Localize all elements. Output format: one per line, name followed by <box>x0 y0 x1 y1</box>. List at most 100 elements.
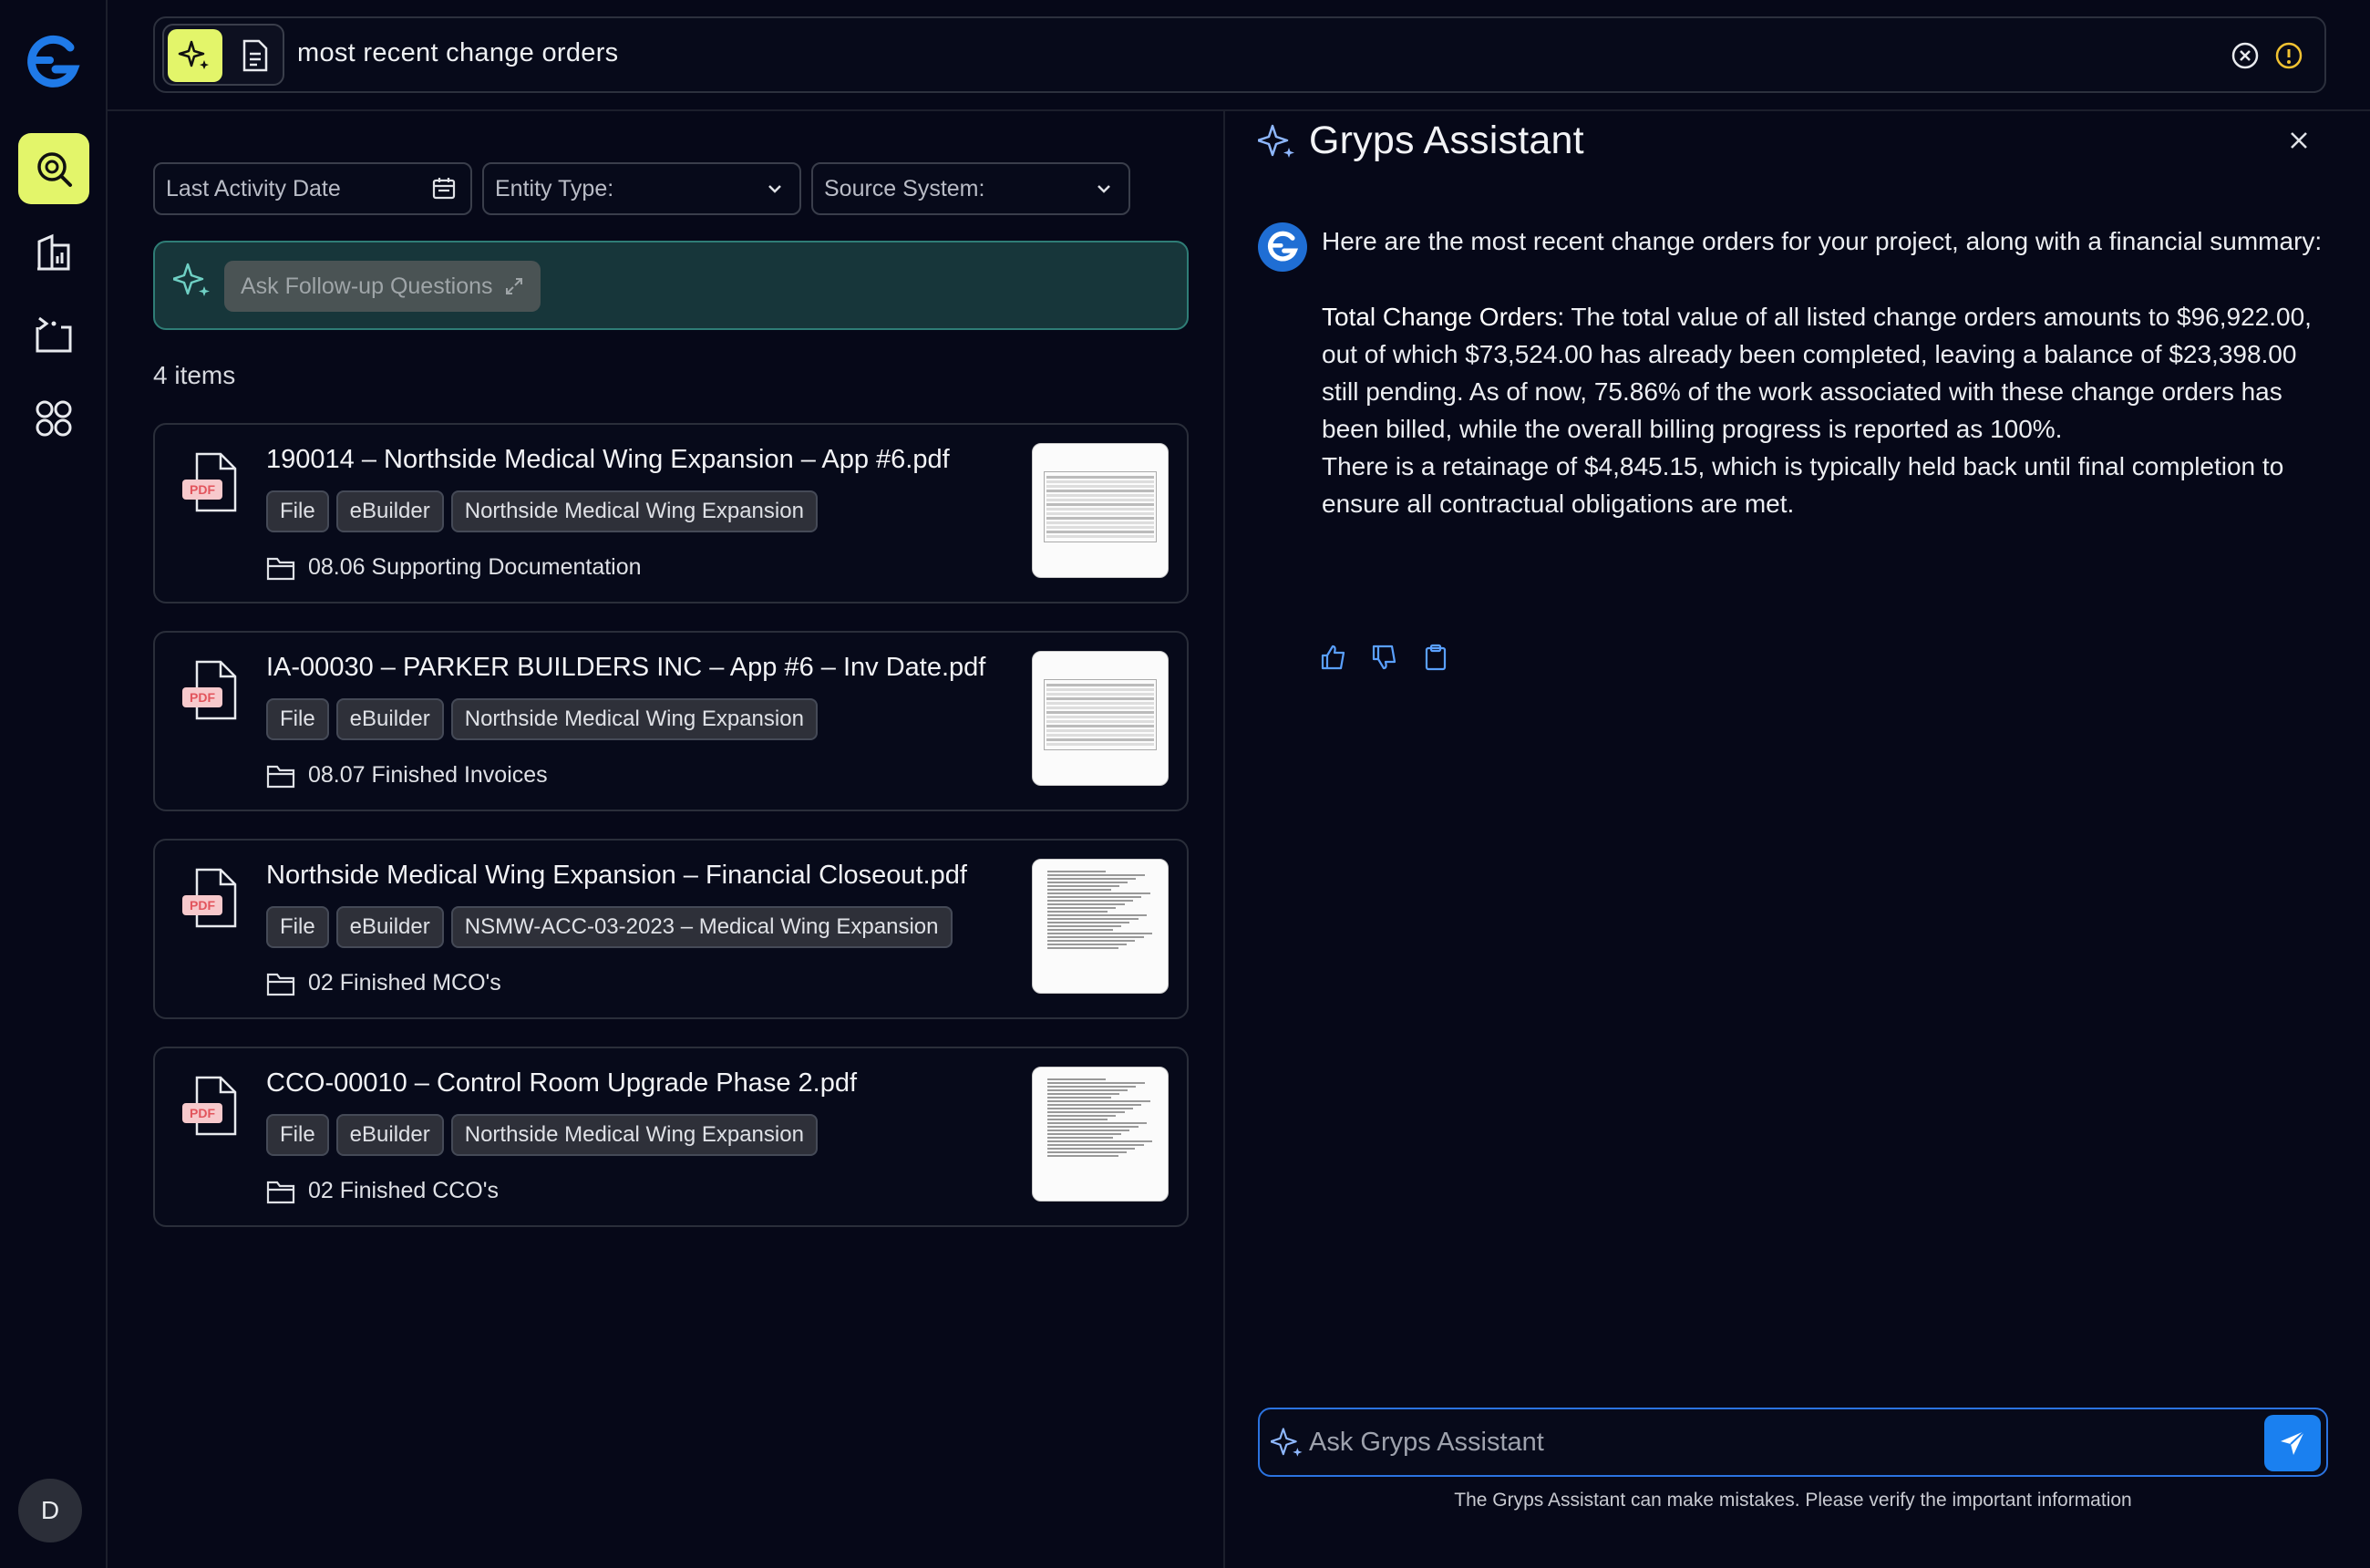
apps-grid-icon <box>36 400 72 437</box>
folder-path[interactable]: 02 Finished MCO's <box>266 970 501 996</box>
send-button[interactable] <box>2264 1415 2321 1471</box>
tag-list: File eBuilder Northside Medical Wing Expan… <box>266 698 818 740</box>
assistant-message: Here are the most recent change orders f… <box>1322 222 2334 522</box>
close-icon[interactable] <box>2286 128 2312 158</box>
folder-path[interactable]: 02 Finished CCO's <box>266 1178 499 1204</box>
result-card[interactable]: PDF 190014 – Northside Medical Wing Expa… <box>153 423 1189 603</box>
result-card[interactable]: PDF Northside Medical Wing Expansion – F… <box>153 839 1189 1019</box>
warning-icon[interactable] <box>2273 40 2304 76</box>
ai-mode-button[interactable] <box>168 29 222 82</box>
folder-icon <box>266 973 295 995</box>
left-nav-rail: D <box>0 0 108 1568</box>
pdf-badge-text: PDF <box>190 482 215 497</box>
folder-label: 02 Finished MCO's <box>308 970 501 995</box>
filter-entity-type[interactable]: Entity Type: <box>482 162 801 215</box>
nav-search[interactable] <box>18 133 89 204</box>
result-card[interactable]: PDF CCO-00010 – Control Room Upgrade Pha… <box>153 1047 1189 1227</box>
result-title[interactable]: IA-00030 – PARKER BUILDERS INC – App #6 … <box>266 653 985 683</box>
pdf-badge-text: PDF <box>190 898 215 913</box>
tag-chip[interactable]: Northside Medical Wing Expansion <box>450 490 818 532</box>
folder-path[interactable]: 08.07 Finished Invoices <box>266 762 548 789</box>
user-initial: D <box>40 1496 60 1524</box>
document-thumbnail[interactable] <box>1032 651 1169 786</box>
tag-chip[interactable]: File <box>266 1114 329 1156</box>
folder-label: 08.06 Supporting Documentation <box>308 554 642 580</box>
tag-chip[interactable]: eBuilder <box>335 1114 444 1156</box>
gryps-logo-icon <box>1267 231 1299 262</box>
send-icon <box>2281 1430 2305 1455</box>
tag-chip[interactable]: eBuilder <box>335 490 444 532</box>
folder-path[interactable]: 08.06 Supporting Documentation <box>266 554 642 581</box>
filter-label: Entity Type: <box>495 175 614 201</box>
document-mode-button[interactable] <box>232 29 279 82</box>
result-count: 4 items <box>153 361 236 389</box>
expand-arrows-icon <box>505 278 522 294</box>
clear-search-icon[interactable] <box>2230 40 2261 76</box>
nav-apps[interactable] <box>18 383 89 454</box>
result-title[interactable]: CCO-00010 – Control Room Upgrade Phase 2… <box>266 1068 857 1099</box>
tag-chip[interactable]: Northside Medical Wing Expansion <box>450 698 818 740</box>
tag-list: File eBuilder Northside Medical Wing Expan… <box>266 490 818 532</box>
sparkle-icon <box>171 261 213 305</box>
assistant-avatar <box>1258 222 1307 272</box>
pdf-badge-text: PDF <box>190 690 215 705</box>
assistant-disclaimer: The Gryps Assistant can make mistakes. P… <box>1454 1490 2132 1511</box>
chevron-down-icon <box>768 185 781 193</box>
copy-clipboard-icon[interactable] <box>1422 644 1449 676</box>
message-summary: Total Change Orders: The total value of … <box>1322 298 2334 448</box>
message-intro: Here are the most recent change orders f… <box>1322 227 2323 255</box>
filter-label: Last Activity Date <box>166 175 341 201</box>
chevron-down-icon <box>1097 185 1110 193</box>
folder-icon <box>266 765 295 788</box>
ask-follow-up-button[interactable]: Ask Follow-up Questions <box>224 261 541 312</box>
global-search-bar: most recent change orders <box>153 16 2326 93</box>
pdf-file-icon: PDF <box>180 1074 242 1140</box>
tag-list: File eBuilder NSMW-ACC-03-2023 – Medical W… <box>266 906 953 948</box>
message-bold-label: Total Change Orders: <box>1322 303 1565 331</box>
follow-up-panel: Ask Follow-up Questions <box>153 241 1189 330</box>
folder-label: 02 Finished CCO's <box>308 1178 500 1203</box>
document-thumbnail[interactable] <box>1032 859 1169 994</box>
assistant-input[interactable]: Ask Gryps Assistant <box>1258 1408 2328 1477</box>
gryps-logo[interactable] <box>23 33 83 93</box>
document-thumbnail[interactable] <box>1032 1067 1169 1202</box>
user-avatar[interactable]: D <box>18 1479 82 1542</box>
message-para2: There is a retainage of $4,845.15, which… <box>1322 452 2284 518</box>
calendar-icon <box>432 178 456 200</box>
sparkle-icon <box>1256 122 1298 167</box>
folder-icon <box>266 557 295 580</box>
folder-label: 08.07 Finished Invoices <box>308 762 548 788</box>
result-title[interactable]: 190014 – Northside Medical Wing Expansio… <box>266 445 950 475</box>
search-mode-toggle <box>162 24 284 86</box>
nav-projects[interactable] <box>18 299 89 370</box>
pdf-file-icon: PDF <box>180 866 242 932</box>
nav-reports[interactable] <box>18 217 89 288</box>
tag-chip[interactable]: File <box>266 906 329 948</box>
thumbs-down-icon[interactable] <box>1371 644 1398 676</box>
document-thumbnail[interactable] <box>1032 443 1169 578</box>
tag-chip[interactable]: eBuilder <box>335 906 444 948</box>
bar-chart-icon <box>37 233 70 271</box>
expand-frame-icon <box>36 316 72 353</box>
sparkle-icon <box>1269 1426 1305 1465</box>
ask-follow-up-label: Ask Follow-up Questions <box>241 273 493 299</box>
tag-chip[interactable]: File <box>266 698 329 740</box>
panel-divider <box>1223 110 1225 1568</box>
tag-chip[interactable]: NSMW-ACC-03-2023 – Medical Wing Expansio… <box>450 906 953 948</box>
header-divider <box>108 109 2370 111</box>
assistant-input-placeholder[interactable]: Ask Gryps Assistant <box>1309 1428 1544 1458</box>
result-card[interactable]: PDF IA-00030 – PARKER BUILDERS INC – App… <box>153 631 1189 811</box>
assistant-title: Gryps Assistant <box>1309 119 1584 162</box>
tag-chip[interactable]: Northside Medical Wing Expansion <box>450 1114 818 1156</box>
pdf-file-icon: PDF <box>180 658 242 724</box>
filter-source-system[interactable]: Source System: <box>811 162 1130 215</box>
search-icon <box>37 152 72 187</box>
filter-last-activity-date[interactable]: Last Activity Date <box>153 162 472 215</box>
tag-chip[interactable]: eBuilder <box>335 698 444 740</box>
search-query[interactable]: most recent change orders <box>297 38 618 68</box>
tag-chip[interactable]: File <box>266 490 329 532</box>
pdf-file-icon: PDF <box>180 450 242 516</box>
thumbs-up-icon[interactable] <box>1320 644 1347 676</box>
result-title[interactable]: Northside Medical Wing Expansion – Finan… <box>266 861 967 891</box>
filter-label: Source System: <box>824 175 985 201</box>
